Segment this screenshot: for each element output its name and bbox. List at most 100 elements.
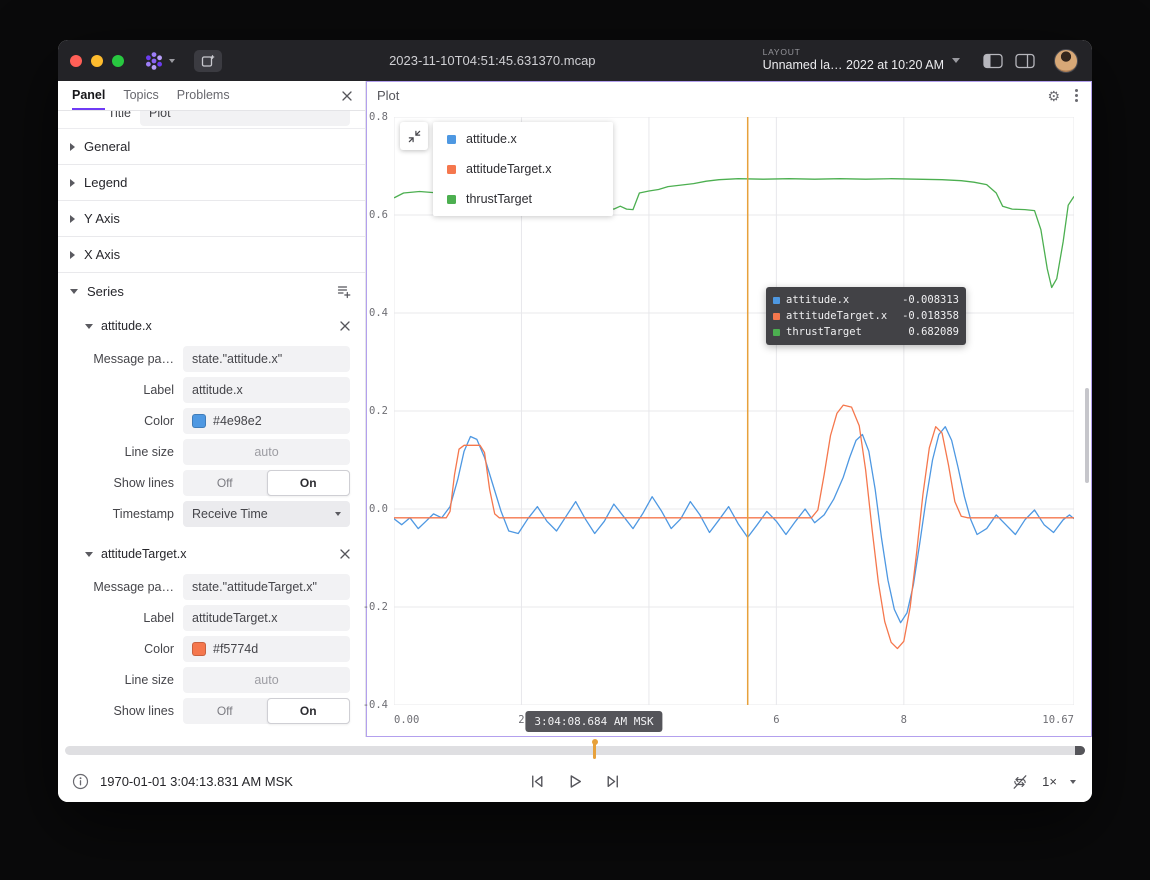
section-y-axis[interactable]: Y Axis [58, 201, 365, 237]
speed-menu-chevron-icon[interactable] [1070, 780, 1076, 784]
tooltip-row: attitude.x -0.008313 [773, 292, 959, 308]
add-series-icon [336, 284, 351, 299]
toggle-left-sidebar-button[interactable] [983, 53, 1003, 69]
timestamp-select[interactable]: Receive Time [183, 501, 350, 527]
zoom-window-button[interactable] [112, 55, 124, 67]
line-size-input[interactable]: auto [183, 439, 350, 465]
y-tick-label: 0.8 [369, 111, 388, 123]
scrollbar-thumb[interactable] [1085, 388, 1089, 483]
user-avatar[interactable] [1054, 49, 1078, 73]
x-tick-label: 6 [773, 714, 779, 726]
series-color-swatch [773, 297, 780, 304]
chevron-down-icon [85, 552, 93, 557]
section-legend[interactable]: Legend [58, 165, 365, 201]
delete-series-button[interactable] [339, 320, 351, 332]
legend-item[interactable]: attitude.x [433, 124, 613, 154]
panel-title-input[interactable]: Plot [140, 111, 350, 126]
show-lines-on-option[interactable]: On [267, 698, 351, 724]
timeline-scrubber[interactable] [65, 746, 1085, 755]
color-row: Color #4e98e2 [58, 405, 365, 436]
series-label-input[interactable]: attitude.x [183, 377, 350, 403]
label-row: Label attitude.x [58, 374, 365, 405]
line-size-row: Line size auto [58, 436, 365, 467]
section-general[interactable]: General [58, 129, 365, 165]
color-input[interactable]: #f5774d [183, 636, 350, 662]
message-path-input[interactable]: state."attitude.x" [183, 346, 350, 372]
legend-item[interactable]: thrustTarget [433, 184, 613, 214]
minimize-window-button[interactable] [91, 55, 103, 67]
play-button[interactable] [567, 773, 584, 790]
timeline-end-segment [1075, 746, 1085, 755]
y-tick-label: 0.0 [369, 503, 388, 515]
series-label-input[interactable]: attitudeTarget.x [183, 605, 350, 631]
show-lines-off-option[interactable]: Off [183, 470, 267, 496]
legend-item[interactable]: attitudeTarget.x [433, 154, 613, 184]
chart-region: 0.80.60.40.20.0-0.2-0.4 0.00246810.67 [367, 109, 1091, 736]
playback-info-icon[interactable] [72, 773, 89, 790]
seek-backward-button[interactable] [529, 773, 546, 790]
layout-label: LAYOUT [763, 48, 944, 58]
app-window: 2023-11-10T04:51:45.631370.mcap LAYOUT U… [58, 40, 1092, 802]
color-swatch[interactable] [192, 642, 206, 656]
label-row: Label attitudeTarget.x [58, 602, 365, 633]
y-tick-label: 0.2 [369, 405, 388, 417]
x-tick-label: 8 [901, 714, 907, 726]
tooltip-row: attitudeTarget.x -0.018358 [773, 308, 959, 324]
x-tick-label: 10.67 [1042, 714, 1074, 726]
show-lines-on-option[interactable]: On [267, 470, 351, 496]
right-sidebar-icon [1015, 53, 1035, 69]
titlebar: 2023-11-10T04:51:45.631370.mcap LAYOUT U… [58, 40, 1092, 81]
toggle-right-sidebar-button[interactable] [1015, 53, 1035, 69]
message-path-input[interactable]: state."attitudeTarget.x" [183, 574, 350, 600]
chevron-right-icon [70, 179, 75, 187]
section-x-axis[interactable]: X Axis [58, 237, 365, 273]
playhead-marker[interactable] [593, 742, 596, 759]
delete-series-button[interactable] [339, 548, 351, 560]
tooltip-row: thrustTarget 0.682089 [773, 324, 959, 340]
playback-bar: 1970-01-01 3:04:13.831 AM MSK [58, 737, 1092, 802]
layout-menu-chevron-icon [952, 58, 960, 63]
tab-panel[interactable]: Panel [72, 81, 105, 110]
line-size-row: Line size auto [58, 664, 365, 695]
collapse-icon [407, 129, 422, 144]
chart-hover-tooltip: attitude.x -0.008313 attitudeTarget.x -0… [766, 287, 966, 345]
tab-topics[interactable]: Topics [123, 81, 158, 110]
foxglove-logo-icon [143, 50, 165, 72]
settings-scroll-area[interactable]: Title Plot General Legend Y Axis [58, 111, 365, 737]
y-tick-label: -0.4 [363, 699, 388, 711]
color-swatch[interactable] [192, 414, 206, 428]
playback-speed[interactable]: 1× [1042, 774, 1057, 789]
close-sidebar-button[interactable] [341, 90, 353, 102]
y-tick-label: 0.6 [369, 209, 388, 221]
section-series[interactable]: Series [58, 273, 365, 309]
show-lines-row: Show lines Off On [58, 467, 365, 498]
panel-settings-gear-icon[interactable]: ⚙ [1047, 89, 1060, 103]
series-header-attitude-x[interactable]: attitude.x [58, 309, 365, 343]
series-color-swatch [447, 135, 456, 144]
close-icon [339, 320, 351, 332]
series-header-attitude-target-x[interactable]: attitudeTarget.x [58, 537, 365, 571]
show-lines-off-option[interactable]: Off [183, 698, 267, 724]
layout-menu-button[interactable]: LAYOUT Unnamed la… 2022 at 10:20 AM [763, 48, 960, 72]
add-panel-button[interactable] [194, 50, 222, 72]
seek-forward-button[interactable] [605, 773, 622, 790]
show-lines-row: Show lines Off On [58, 695, 365, 726]
line-size-input[interactable]: auto [183, 667, 350, 693]
message-path-row: Message pa… state."attitudeTarget.x" [58, 571, 365, 602]
loop-off-button[interactable] [1011, 773, 1029, 791]
app-menu-button[interactable] [143, 50, 175, 72]
plot-panel-header[interactable]: Plot ⚙ [367, 82, 1091, 109]
chevron-right-icon [70, 251, 75, 259]
color-input[interactable]: #4e98e2 [183, 408, 350, 434]
window-title: 2023-11-10T04:51:45.631370.mcap [231, 53, 754, 68]
add-series-button[interactable] [336, 284, 351, 299]
panel-menu-kebab-icon[interactable] [1075, 94, 1078, 97]
close-window-button[interactable] [70, 55, 82, 67]
close-icon [341, 90, 353, 102]
legend-overlay: attitude.x attitudeTarget.x thrustTarget [400, 122, 613, 216]
tab-problems[interactable]: Problems [177, 81, 230, 110]
legend: attitude.x attitudeTarget.x thrustTarget [433, 122, 613, 216]
plot-panel-title: Plot [377, 88, 399, 103]
legend-collapse-button[interactable] [400, 122, 428, 150]
y-axis: 0.80.60.40.20.0-0.2-0.4 [367, 117, 391, 705]
